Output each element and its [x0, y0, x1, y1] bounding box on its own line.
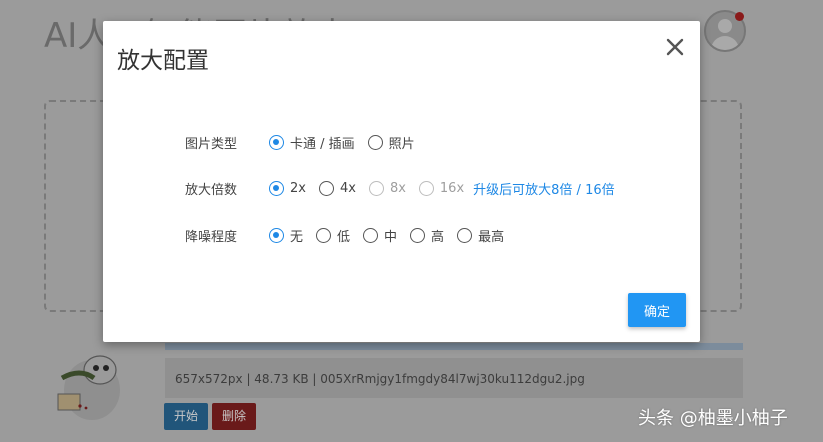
option-denoise-low-label: 低 — [337, 229, 351, 245]
option-8x-label: 8x — [389, 180, 406, 196]
radio-denoise-medium[interactable] — [363, 227, 379, 243]
option-denoise-low[interactable]: 低 — [316, 226, 350, 245]
radio-photo[interactable] — [367, 134, 383, 150]
delete-button[interactable]: 删除 — [212, 403, 257, 430]
option-8x: 8x — [368, 180, 406, 196]
avatar-head-shape — [718, 19, 732, 33]
dialog-title: 放大配置 — [117, 48, 209, 74]
image-type-label: 图片类型 — [185, 136, 238, 152]
scale-label: 放大倍数 — [185, 182, 238, 198]
watermark: 头条 @柚墨小柚子 — [638, 408, 788, 429]
radio-2x[interactable] — [269, 180, 284, 196]
upgrade-link[interactable]: 升级后可放大8倍 / 16倍 — [473, 179, 614, 198]
close-icon[interactable] — [663, 35, 687, 59]
option-denoise-medium-label: 中 — [384, 229, 398, 245]
option-denoise-none[interactable]: 无 — [269, 226, 303, 245]
radio-cartoon[interactable] — [269, 134, 284, 150]
start-button[interactable]: 开始 — [164, 403, 209, 430]
radio-8x — [368, 180, 384, 196]
notification-dot-icon — [735, 12, 744, 21]
option-2x-label: 2x — [290, 180, 306, 196]
denoise-row: 降噪程度 无 低 中 高 最高 — [185, 223, 517, 247]
option-denoise-medium[interactable]: 中 — [363, 226, 397, 245]
option-cartoon[interactable]: 卡通 / 插画 — [269, 133, 355, 152]
option-cartoon-label: 卡通 / 插画 — [290, 136, 355, 152]
option-denoise-none-label: 无 — [290, 229, 304, 245]
avatar-body-shape — [711, 36, 739, 50]
option-4x[interactable]: 4x — [318, 180, 356, 196]
file-info: 657x572px | 48.73 KB | 005XrRmjgy1fmgdy8… — [165, 358, 743, 398]
sticker-thumbnail-icon — [50, 348, 128, 420]
radio-denoise-max[interactable] — [457, 227, 473, 243]
radio-denoise-none[interactable] — [269, 227, 284, 243]
denoise-label: 降噪程度 — [185, 229, 238, 245]
option-denoise-high[interactable]: 高 — [410, 226, 444, 245]
scale-row: 放大倍数 2x 4x 8x 16x 升级后可放大8倍 / 16倍 — [185, 176, 615, 200]
option-denoise-high-label: 高 — [431, 229, 445, 245]
option-16x-label: 16x — [439, 180, 465, 196]
option-photo[interactable]: 照片 — [367, 133, 415, 152]
option-2x[interactable]: 2x — [269, 180, 306, 196]
radio-16x — [418, 180, 434, 196]
option-16x: 16x — [418, 180, 465, 196]
upscale-config-dialog: 放大配置 图片类型 卡通 / 插画 照片 放大倍数 2x 4x 8x 16x 升… — [103, 21, 700, 342]
radio-4x[interactable] — [318, 180, 334, 196]
radio-denoise-high[interactable] — [410, 227, 426, 243]
option-denoise-max[interactable]: 最高 — [457, 226, 504, 245]
option-denoise-max-label: 最高 — [478, 229, 505, 245]
image-type-row: 图片类型 卡通 / 插画 照片 — [185, 130, 428, 154]
option-photo-label: 照片 — [388, 136, 415, 152]
upload-progress-bar — [165, 343, 743, 350]
option-4x-label: 4x — [339, 180, 356, 196]
radio-denoise-low[interactable] — [316, 227, 332, 243]
confirm-button[interactable]: 确定 — [628, 293, 686, 327]
